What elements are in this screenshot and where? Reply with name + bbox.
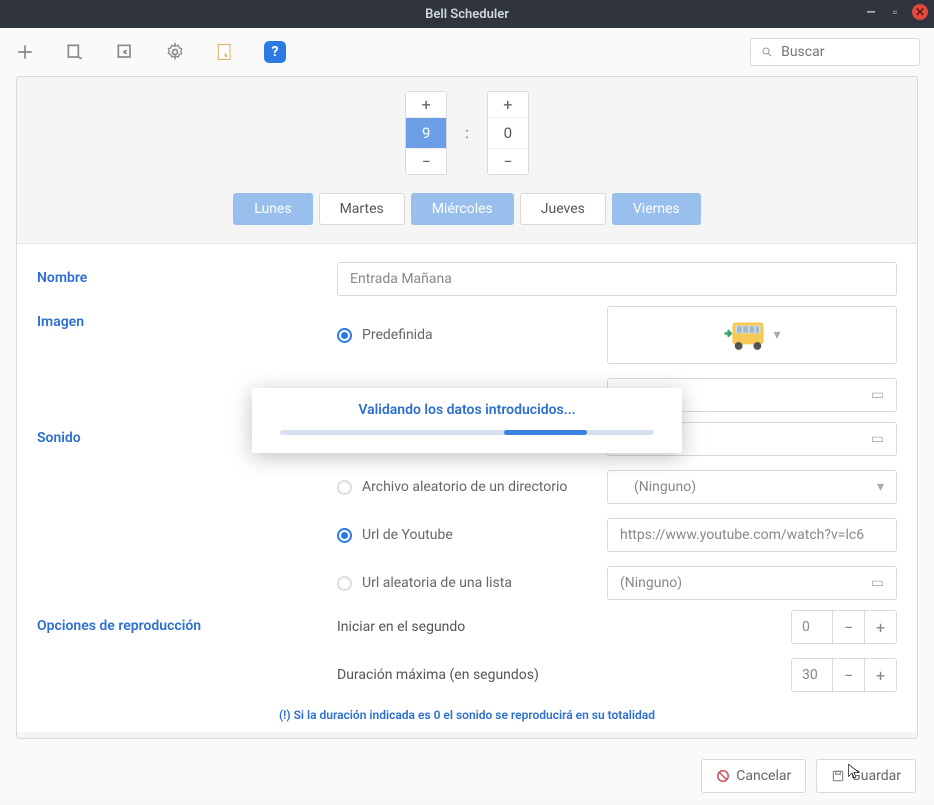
titlebar: Bell Scheduler — ▫ ✕ (0, 0, 934, 28)
save-icon (831, 769, 845, 783)
close-icon[interactable]: ✕ (912, 4, 928, 20)
youtube-url-input[interactable] (607, 518, 897, 552)
open-file-icon: ▭ (871, 431, 884, 447)
footer: Cancelar Guardar (0, 747, 934, 805)
time-row: + 9 − : + 0 − (17, 77, 917, 185)
radio-icon (337, 480, 352, 495)
save-button[interactable]: Guardar (816, 759, 916, 793)
bus-icon (723, 315, 773, 355)
hour-plus[interactable]: + (406, 92, 446, 118)
time-colon: : (465, 124, 469, 142)
radio-icon (337, 328, 352, 343)
cursor-icon (846, 763, 862, 779)
start-minus[interactable]: − (832, 611, 864, 643)
hour-stepper[interactable]: + 9 − (405, 91, 447, 175)
sound-dir-select[interactable]: (Ninguno) ▾ (607, 470, 897, 504)
maximize-icon[interactable]: ▫ (888, 5, 902, 19)
radio-sound-youtube[interactable]: Url de Youtube (337, 527, 597, 543)
progress-modal: Validando los datos introducidos... (252, 388, 682, 453)
search-input[interactable] (781, 44, 909, 60)
minute-stepper[interactable]: + 0 − (487, 91, 529, 175)
start-second-value: 0 (792, 611, 832, 643)
search-icon (761, 45, 773, 59)
toolbar: ? (0, 28, 934, 76)
duration-label: Duración máxima (en segundos) (337, 667, 781, 683)
cancel-button[interactable]: Cancelar (701, 759, 806, 793)
form: Nombre Imagen Predefinida (17, 243, 917, 732)
minute-plus[interactable]: + (488, 92, 528, 118)
add-icon[interactable] (14, 41, 36, 63)
help-icon[interactable]: ? (264, 41, 286, 63)
radio-image-predefined[interactable]: Predefinida (337, 327, 597, 343)
progress-message: Validando los datos introducidos... (280, 402, 654, 418)
manual-icon[interactable] (214, 41, 236, 63)
day-miercoles[interactable]: Miércoles (411, 193, 514, 225)
days-row: Lunes Martes Miércoles Jueves Viernes (17, 185, 917, 243)
label-name: Nombre (37, 262, 337, 286)
duration-value: 30 (792, 659, 832, 691)
minute-value: 0 (488, 118, 528, 148)
gear-icon[interactable] (164, 41, 186, 63)
duration-stepper[interactable]: 30 − + (791, 658, 897, 692)
day-martes[interactable]: Martes (319, 193, 405, 225)
minimize-icon[interactable]: — (864, 5, 878, 19)
search-box[interactable] (750, 38, 920, 66)
chevron-down-icon: ▾ (877, 479, 884, 495)
cancel-icon (716, 769, 730, 783)
image-preview-select[interactable]: ▾ (607, 306, 897, 364)
label-image: Imagen (37, 306, 337, 330)
start-second-label: Iniciar en el segundo (337, 619, 781, 635)
import-icon[interactable] (114, 41, 136, 63)
day-lunes[interactable]: Lunes (233, 193, 312, 225)
duration-minus[interactable]: − (832, 659, 864, 691)
sound-list-field[interactable]: (Ninguno) ▭ (607, 566, 897, 600)
hour-value: 9 (406, 118, 446, 148)
export-icon[interactable] (64, 41, 86, 63)
progress-bar (280, 430, 654, 435)
start-second-stepper[interactable]: 0 − + (791, 610, 897, 644)
radio-icon (337, 576, 352, 591)
hour-minus[interactable]: − (406, 148, 446, 174)
name-input[interactable] (337, 262, 897, 296)
day-viernes[interactable]: Viernes (612, 193, 701, 225)
open-file-icon: ▭ (871, 387, 884, 403)
label-playback: Opciones de reproducción (37, 610, 337, 634)
open-file-icon: ▭ (871, 575, 884, 591)
duration-plus[interactable]: + (864, 659, 896, 691)
radio-icon (337, 528, 352, 543)
radio-sound-list[interactable]: Url aleatoria de una lista (337, 575, 597, 591)
minute-minus[interactable]: − (488, 148, 528, 174)
start-plus[interactable]: + (864, 611, 896, 643)
day-jueves[interactable]: Jueves (520, 193, 606, 225)
duration-note: (!) Si la duración indicada es 0 el soni… (37, 702, 897, 732)
window-title: Bell Scheduler (425, 7, 509, 22)
chevron-down-icon: ▾ (773, 327, 780, 343)
radio-sound-dir[interactable]: Archivo aleatorio de un directorio (337, 479, 597, 495)
